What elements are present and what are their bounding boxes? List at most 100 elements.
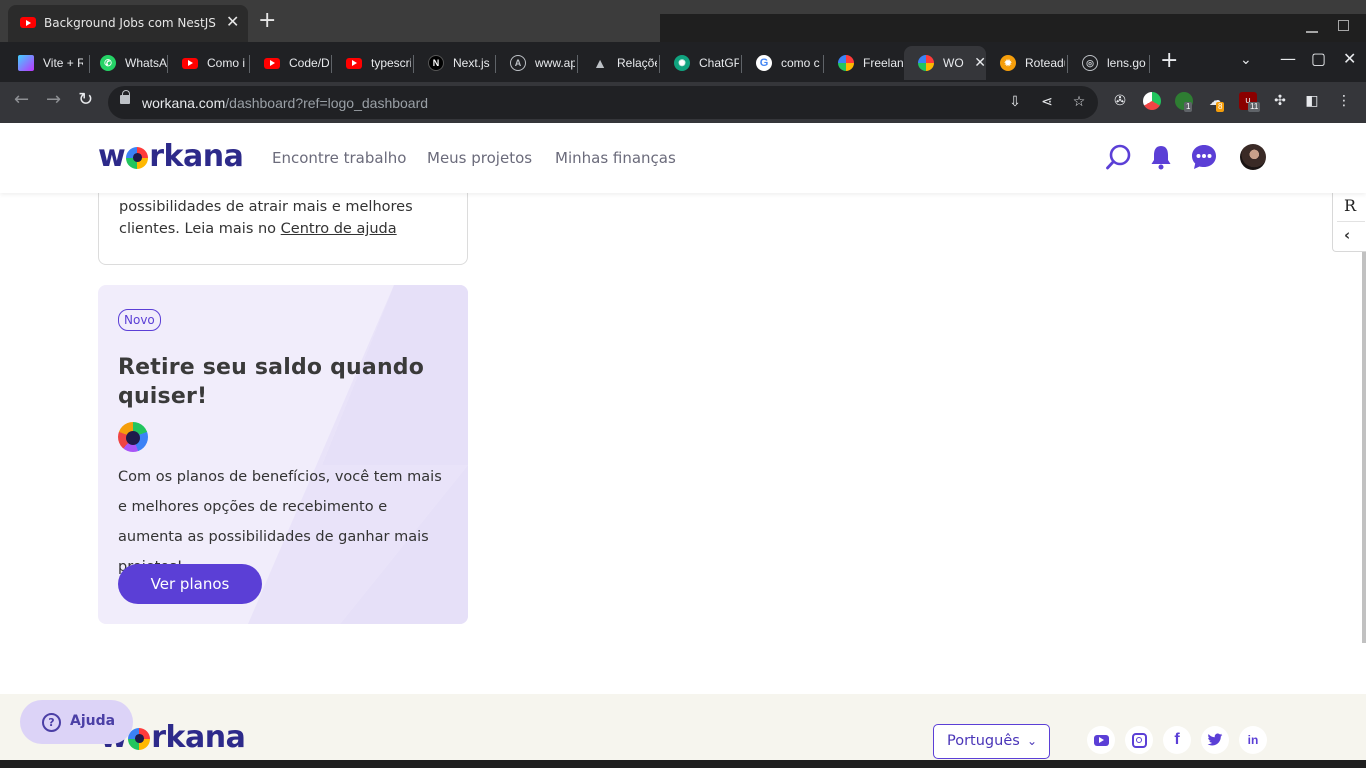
chatgpt-icon: ✺ xyxy=(674,55,690,71)
tab-label: ChatGP xyxy=(699,56,739,70)
question-icon: ? xyxy=(42,713,61,732)
logo-ball-icon xyxy=(126,146,149,169)
window-tab-title: Background Jobs com NestJS - xyxy=(44,16,219,30)
maximize-icon[interactable] xyxy=(1338,20,1349,31)
forward-icon[interactable]: → xyxy=(46,91,61,109)
new-tab-button[interactable]: + xyxy=(258,10,276,32)
avatar[interactable] xyxy=(1240,144,1266,170)
install-icon[interactable]: ⇩ xyxy=(1007,94,1023,110)
side-widget[interactable]: R ‹ xyxy=(1332,187,1366,252)
logo-ball-icon xyxy=(128,727,151,750)
address-bar[interactable]: workana.com/dashboard?ref=logo_dashboard… xyxy=(108,86,1098,119)
tab-youtube-1[interactable]: Como i xyxy=(168,46,250,80)
page-scrollbar[interactable] xyxy=(1362,193,1366,643)
youtube-icon xyxy=(264,57,280,69)
puzzle-icon[interactable]: ✣ xyxy=(1271,92,1289,110)
tab-label: Vite + R xyxy=(43,56,83,70)
tab-youtube-3[interactable]: typescri xyxy=(332,46,414,80)
linkedin-icon[interactable]: in xyxy=(1239,726,1267,754)
back-icon[interactable]: ← xyxy=(14,91,29,109)
share-icon[interactable]: ⋖ xyxy=(1039,94,1055,110)
tab-label: www.ap xyxy=(535,56,575,70)
minimize-icon[interactable]: — xyxy=(1280,51,1296,67)
close-window-icon[interactable]: ✕ xyxy=(1343,51,1356,67)
promo-title: Retire seu saldo quando quiser! xyxy=(118,355,425,409)
tab-nextjs[interactable]: N Next.js xyxy=(414,46,496,80)
workana-logo-icon xyxy=(118,422,148,452)
vite-icon xyxy=(18,55,34,71)
tab-label: Freelan xyxy=(863,56,903,70)
nav-find-work[interactable]: Encontre trabalho xyxy=(272,149,406,167)
nextjs-icon: N xyxy=(428,55,444,71)
tab-label: Relaçõe xyxy=(617,56,657,70)
tab-workana-active[interactable]: WOI ✕ xyxy=(904,46,986,80)
help-center-link[interactable]: Centro de ajuda xyxy=(281,221,397,237)
sun-icon: ✹ xyxy=(1000,55,1016,71)
facebook-icon[interactable]: f xyxy=(1163,726,1191,754)
whatsapp-icon: ✆ xyxy=(100,55,116,71)
a-circle-icon: A xyxy=(510,55,526,71)
tab-prisma[interactable]: ▲ Relaçõe xyxy=(578,46,660,80)
browser-tab-strip: Vite + R ✆ WhatsA Como i Code/D typescri… xyxy=(0,42,1366,82)
workana-icon xyxy=(918,55,934,71)
youtube-icon[interactable] xyxy=(1087,726,1115,754)
chevron-down-icon: ⌄ xyxy=(1026,734,1037,748)
new-badge: Novo xyxy=(118,309,161,331)
tab-label: Roteadu xyxy=(1025,56,1065,70)
help-button[interactable]: ? Ajuda xyxy=(20,700,133,744)
tab-label: typescri xyxy=(371,56,411,70)
lens-icon: ◎ xyxy=(1082,55,1098,71)
ublock-extension-icon[interactable]: u 11 xyxy=(1239,92,1261,112)
cloud-extension-icon[interactable]: ☁ 8 xyxy=(1207,92,1225,112)
tab-label: Code/D xyxy=(289,56,329,70)
tab-label: Como i xyxy=(207,56,246,70)
tab-youtube-2[interactable]: Code/D xyxy=(250,46,332,80)
google-icon: G xyxy=(756,55,772,71)
language-select[interactable]: Português ⌄ xyxy=(933,724,1050,759)
site-footer: wrkana Português⌄ f in xyxy=(0,694,1366,760)
search-icon[interactable] xyxy=(1105,143,1133,171)
url-text[interactable]: workana.com/dashboard?ref=logo_dashboard xyxy=(142,95,428,111)
restore-icon[interactable]: ▢ xyxy=(1311,51,1326,67)
grammar-extension-icon[interactable]: 1 xyxy=(1175,92,1193,112)
new-tab-button[interactable]: + xyxy=(1160,50,1178,72)
twitter-icon[interactable] xyxy=(1201,726,1229,754)
translate-extension-icon[interactable]: ✇ xyxy=(1111,92,1129,110)
side-widget-letter[interactable]: R xyxy=(1344,196,1356,215)
menu-kebab-icon[interactable]: ⋮ xyxy=(1335,92,1353,110)
window-tab[interactable]: Background Jobs com NestJS - ✕ xyxy=(8,5,248,42)
bell-icon[interactable] xyxy=(1147,143,1175,171)
instagram-icon[interactable] xyxy=(1125,726,1153,754)
tab-label: lens.go xyxy=(1107,56,1146,70)
bookmark-star-icon[interactable]: ☆ xyxy=(1071,94,1087,110)
view-plans-button[interactable]: Ver planos xyxy=(118,564,262,604)
lock-icon[interactable] xyxy=(120,90,130,104)
tab-google[interactable]: G como c xyxy=(742,46,824,80)
help-card-text: possibilidades de atrair mais e melhores… xyxy=(119,199,413,237)
extension-color-icon[interactable] xyxy=(1143,92,1161,110)
minimize-icon[interactable] xyxy=(1306,31,1318,33)
tab-vite[interactable]: Vite + R xyxy=(4,46,90,80)
youtube-icon xyxy=(182,57,198,69)
window-drag-area xyxy=(660,14,1366,42)
workana-logo[interactable]: w rkana xyxy=(98,139,244,174)
tab-roteador[interactable]: ✹ Roteadu xyxy=(986,46,1068,80)
nav-my-finances[interactable]: Minhas finanças xyxy=(555,149,676,167)
tab-whatsapp[interactable]: ✆ WhatsA xyxy=(86,46,168,80)
tab-label: como c xyxy=(781,56,820,70)
close-tab-icon[interactable]: ✕ xyxy=(974,55,986,71)
tab-label: Next.js xyxy=(453,56,490,70)
nav-my-projects[interactable]: Meus projetos xyxy=(427,149,532,167)
prisma-icon: ▲ xyxy=(593,55,607,71)
close-icon[interactable]: ✕ xyxy=(226,14,239,30)
reload-icon[interactable]: ↻ xyxy=(78,91,93,109)
tab-www[interactable]: A www.ap xyxy=(496,46,578,80)
tab-chatgpt[interactable]: ✺ ChatGP xyxy=(660,46,742,80)
tab-search-chevron-icon[interactable]: ⌄ xyxy=(1240,52,1252,68)
chat-icon[interactable] xyxy=(1190,143,1218,171)
side-panel-icon[interactable]: ◧ xyxy=(1303,92,1321,110)
tab-lens[interactable]: ◎ lens.go xyxy=(1068,46,1150,80)
chevron-left-icon[interactable]: ‹ xyxy=(1344,226,1350,244)
tab-freelance[interactable]: Freelan xyxy=(824,46,906,80)
help-button-label: Ajuda xyxy=(70,713,116,729)
